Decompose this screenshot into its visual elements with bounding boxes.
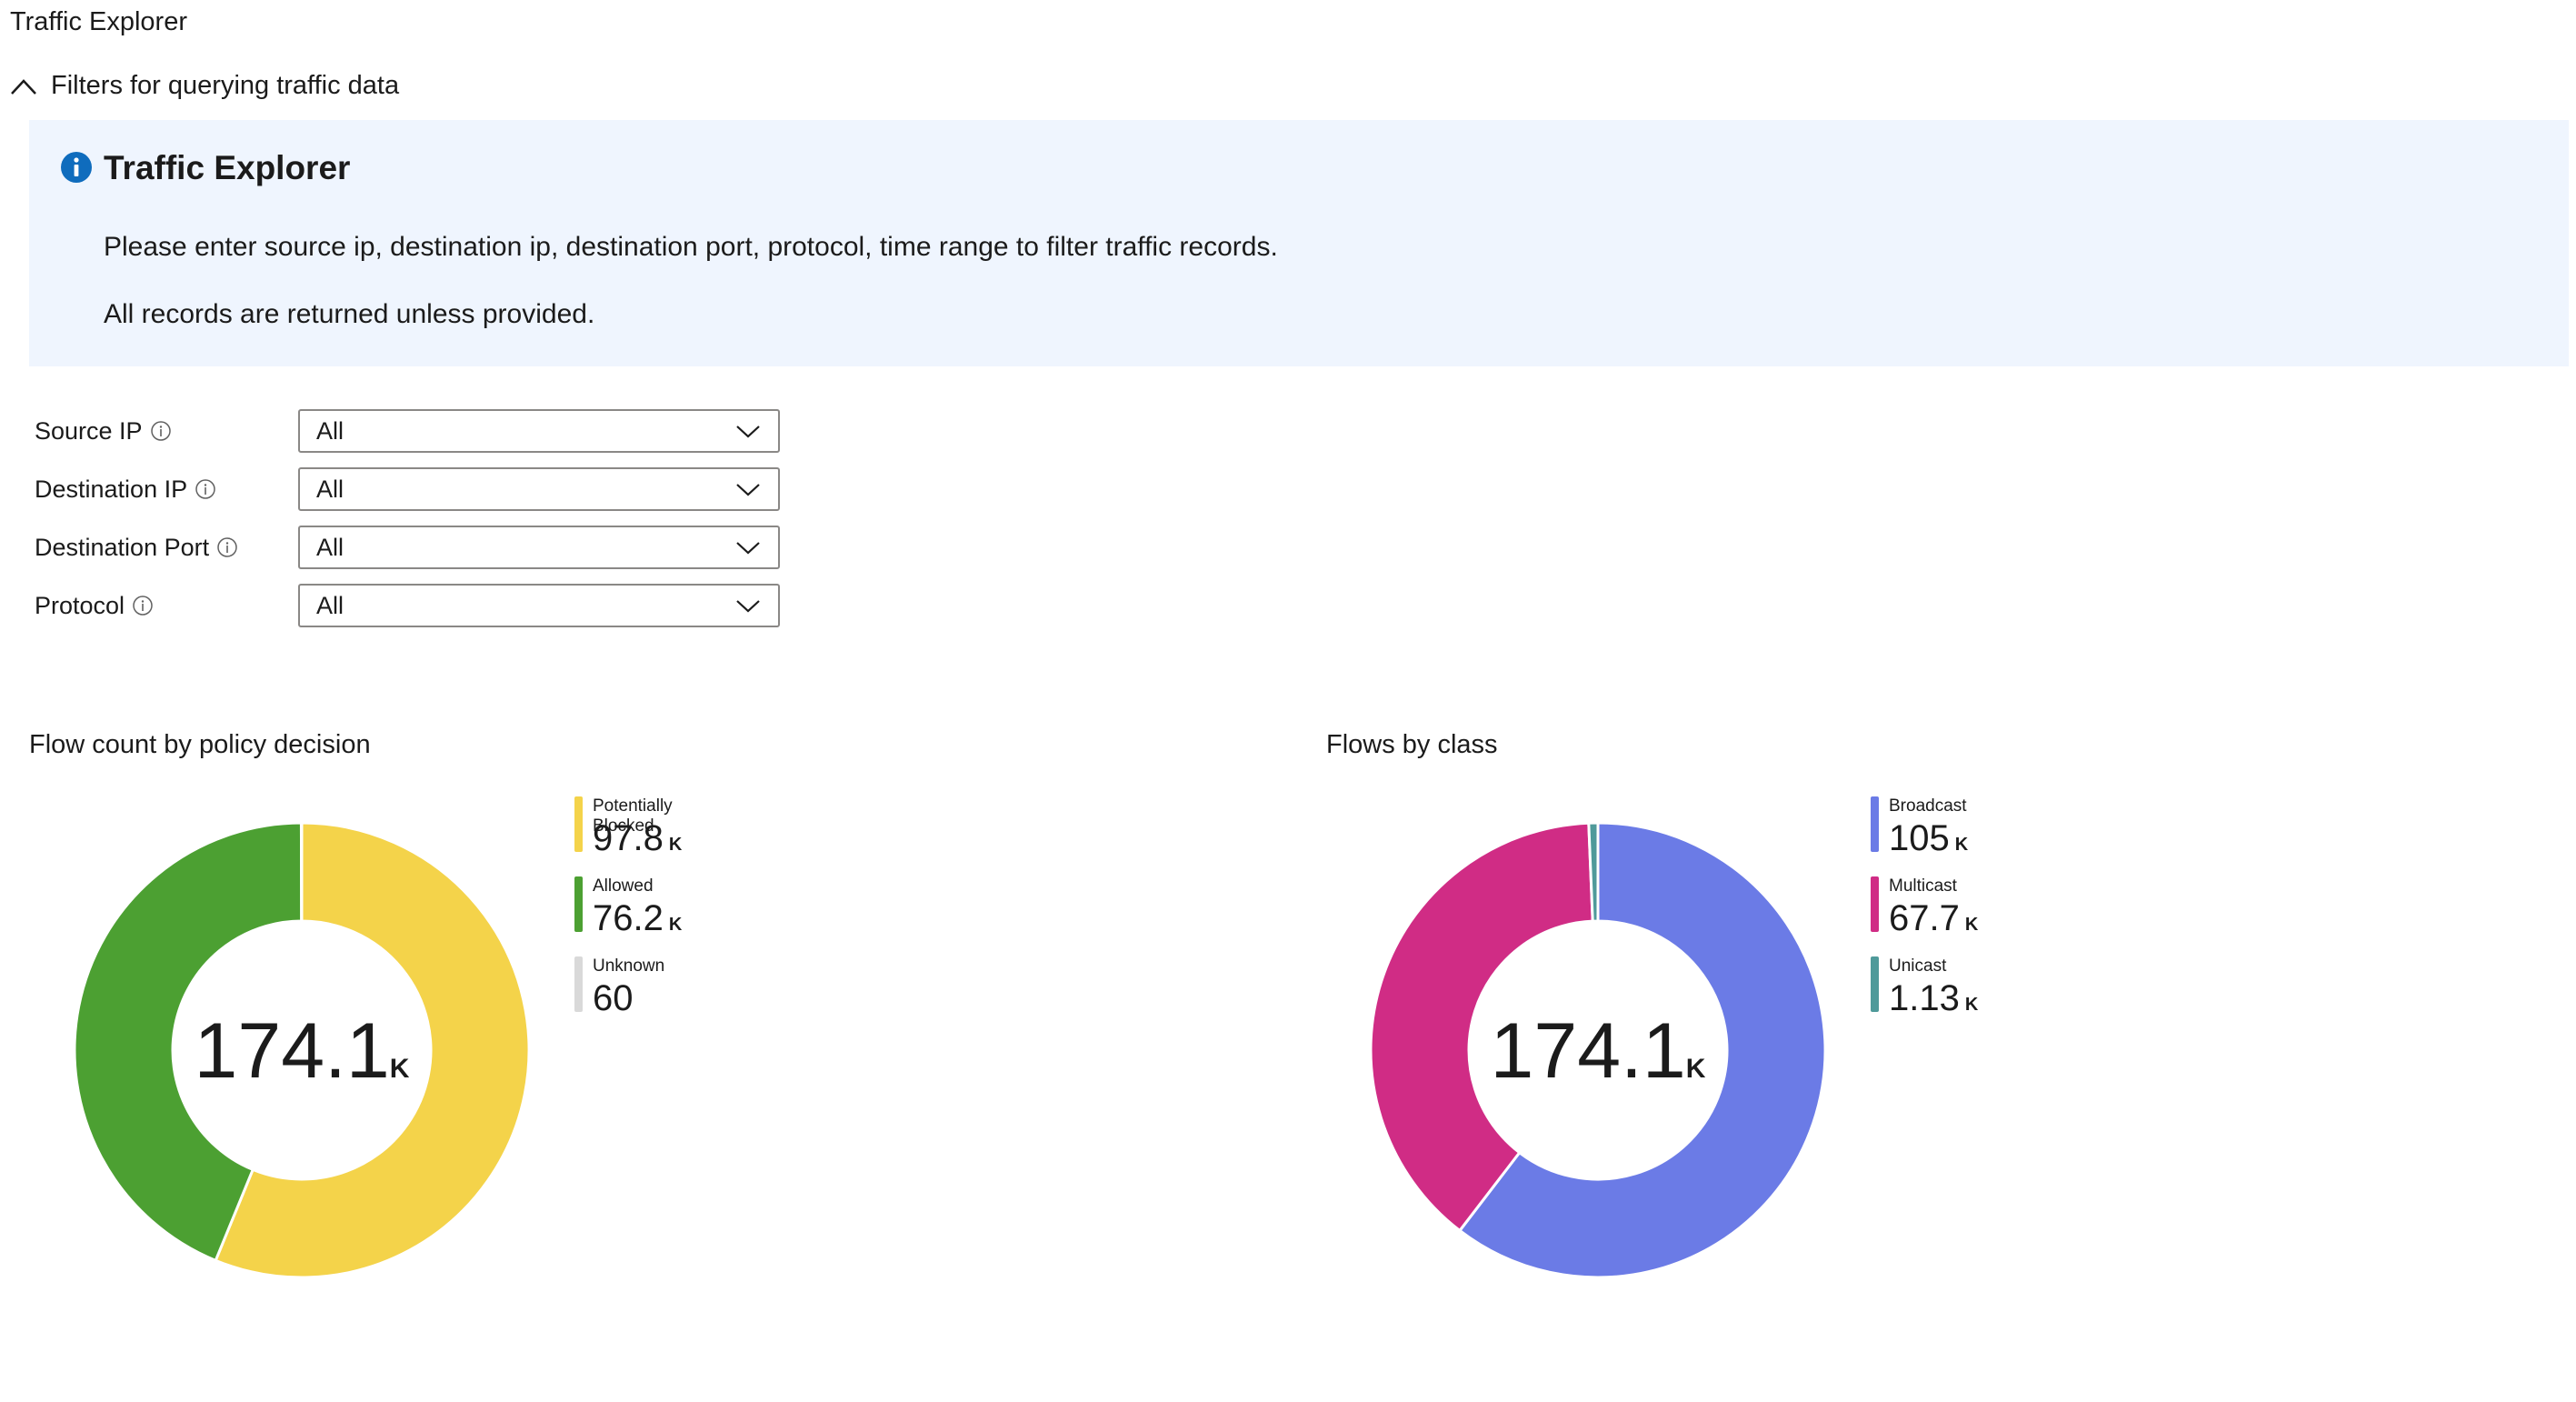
chevron-down-icon xyxy=(736,426,760,438)
filter-label-protocol: Protocol xyxy=(35,591,125,619)
source-ip-dropdown[interactable]: All xyxy=(298,409,780,453)
legend-label: Allowed xyxy=(593,876,654,896)
chart-title-policy-decision: Flow count by policy decision xyxy=(29,730,371,759)
chevron-down-icon xyxy=(736,542,760,555)
info-title: Traffic Explorer xyxy=(104,149,351,186)
donut-center-total: 174.1K xyxy=(1491,1007,1706,1095)
legend-label: Broadcast xyxy=(1889,796,1967,816)
filter-row-destination-port: Destination Port All xyxy=(35,526,780,569)
legend-label: Multicast xyxy=(1889,876,1957,896)
info-tooltip-icon[interactable] xyxy=(132,595,154,616)
donut-center-value: 174.1 xyxy=(195,1007,390,1095)
info-icon xyxy=(61,152,92,183)
legend-unit: K xyxy=(1964,995,1979,1015)
info-text-2: All records are returned unless provided… xyxy=(104,299,595,329)
dropdown-value: All xyxy=(316,533,344,561)
donut-slice-allowed[interactable] xyxy=(73,821,304,1263)
chevron-down-icon xyxy=(736,484,760,496)
donut-center-value: 174.1 xyxy=(1491,1007,1686,1095)
destination-port-dropdown[interactable]: All xyxy=(298,526,780,569)
legend-value: 76.2 K xyxy=(593,898,683,938)
legend-value: 97.8 K xyxy=(593,818,683,858)
chart-title-flows-by-class: Flows by class xyxy=(1326,730,1498,759)
legend-value: 60 xyxy=(593,978,634,1018)
donut-slice-multicast[interactable] xyxy=(1369,821,1594,1233)
legend-unit: K xyxy=(1954,835,1969,855)
protocol-dropdown[interactable]: All xyxy=(298,584,780,627)
filters-label: Filters for querying traffic data xyxy=(51,71,400,100)
legend-value: 1.13 K xyxy=(1889,978,1979,1018)
destination-ip-dropdown[interactable]: All xyxy=(298,467,780,511)
info-text-1: Please enter source ip, destination ip, … xyxy=(104,232,1278,262)
donut-slice-broadcast[interactable] xyxy=(1457,821,1827,1279)
legend-swatch xyxy=(574,876,583,932)
dropdown-value: All xyxy=(316,475,344,503)
donut-center-total: 174.1K xyxy=(195,1007,410,1095)
chevron-down-icon xyxy=(736,600,760,613)
page-title: Traffic Explorer xyxy=(10,7,187,36)
info-tooltip-icon[interactable] xyxy=(216,536,238,558)
donut-slice-potentially-blocked[interactable] xyxy=(214,821,531,1279)
info-banner: Traffic Explorer Please enter source ip,… xyxy=(29,120,2569,366)
legend-swatch xyxy=(1871,876,1879,932)
filter-label-source-ip: Source IP xyxy=(35,416,143,445)
chevron-up-icon xyxy=(11,78,36,95)
filter-label-destination-port: Destination Port xyxy=(35,533,210,561)
legend-label: Unicast xyxy=(1889,956,1947,976)
legend-value: 67.7 K xyxy=(1889,898,1979,938)
filters-toggle[interactable]: Filters for querying traffic data xyxy=(9,71,399,101)
filter-row-source-ip: Source IP All xyxy=(35,409,780,453)
filter-row-protocol: Protocol All xyxy=(35,584,780,627)
legend-swatch xyxy=(574,956,583,1012)
legend-swatch xyxy=(1871,796,1879,852)
legend-unit: K xyxy=(1964,915,1979,935)
donut-slice-unicast[interactable] xyxy=(1587,821,1600,923)
legend-unit: K xyxy=(668,915,683,935)
filter-label-destination-ip: Destination IP xyxy=(35,475,188,503)
legend-swatch xyxy=(1871,956,1879,1012)
dropdown-value: All xyxy=(316,416,344,445)
donut-slice-unknown[interactable] xyxy=(299,821,304,923)
legend-label: Unknown xyxy=(593,956,665,976)
donut-center-unit: K xyxy=(390,1054,410,1084)
filter-row-destination-ip: Destination IP All xyxy=(35,467,780,511)
dropdown-value: All xyxy=(316,591,344,619)
info-tooltip-icon[interactable] xyxy=(150,420,172,442)
legend-swatch xyxy=(574,796,583,852)
donut-center-unit: K xyxy=(1686,1054,1706,1084)
legend-value: 105 K xyxy=(1889,818,1969,858)
info-tooltip-icon[interactable] xyxy=(195,478,216,500)
legend-unit: K xyxy=(668,835,683,855)
